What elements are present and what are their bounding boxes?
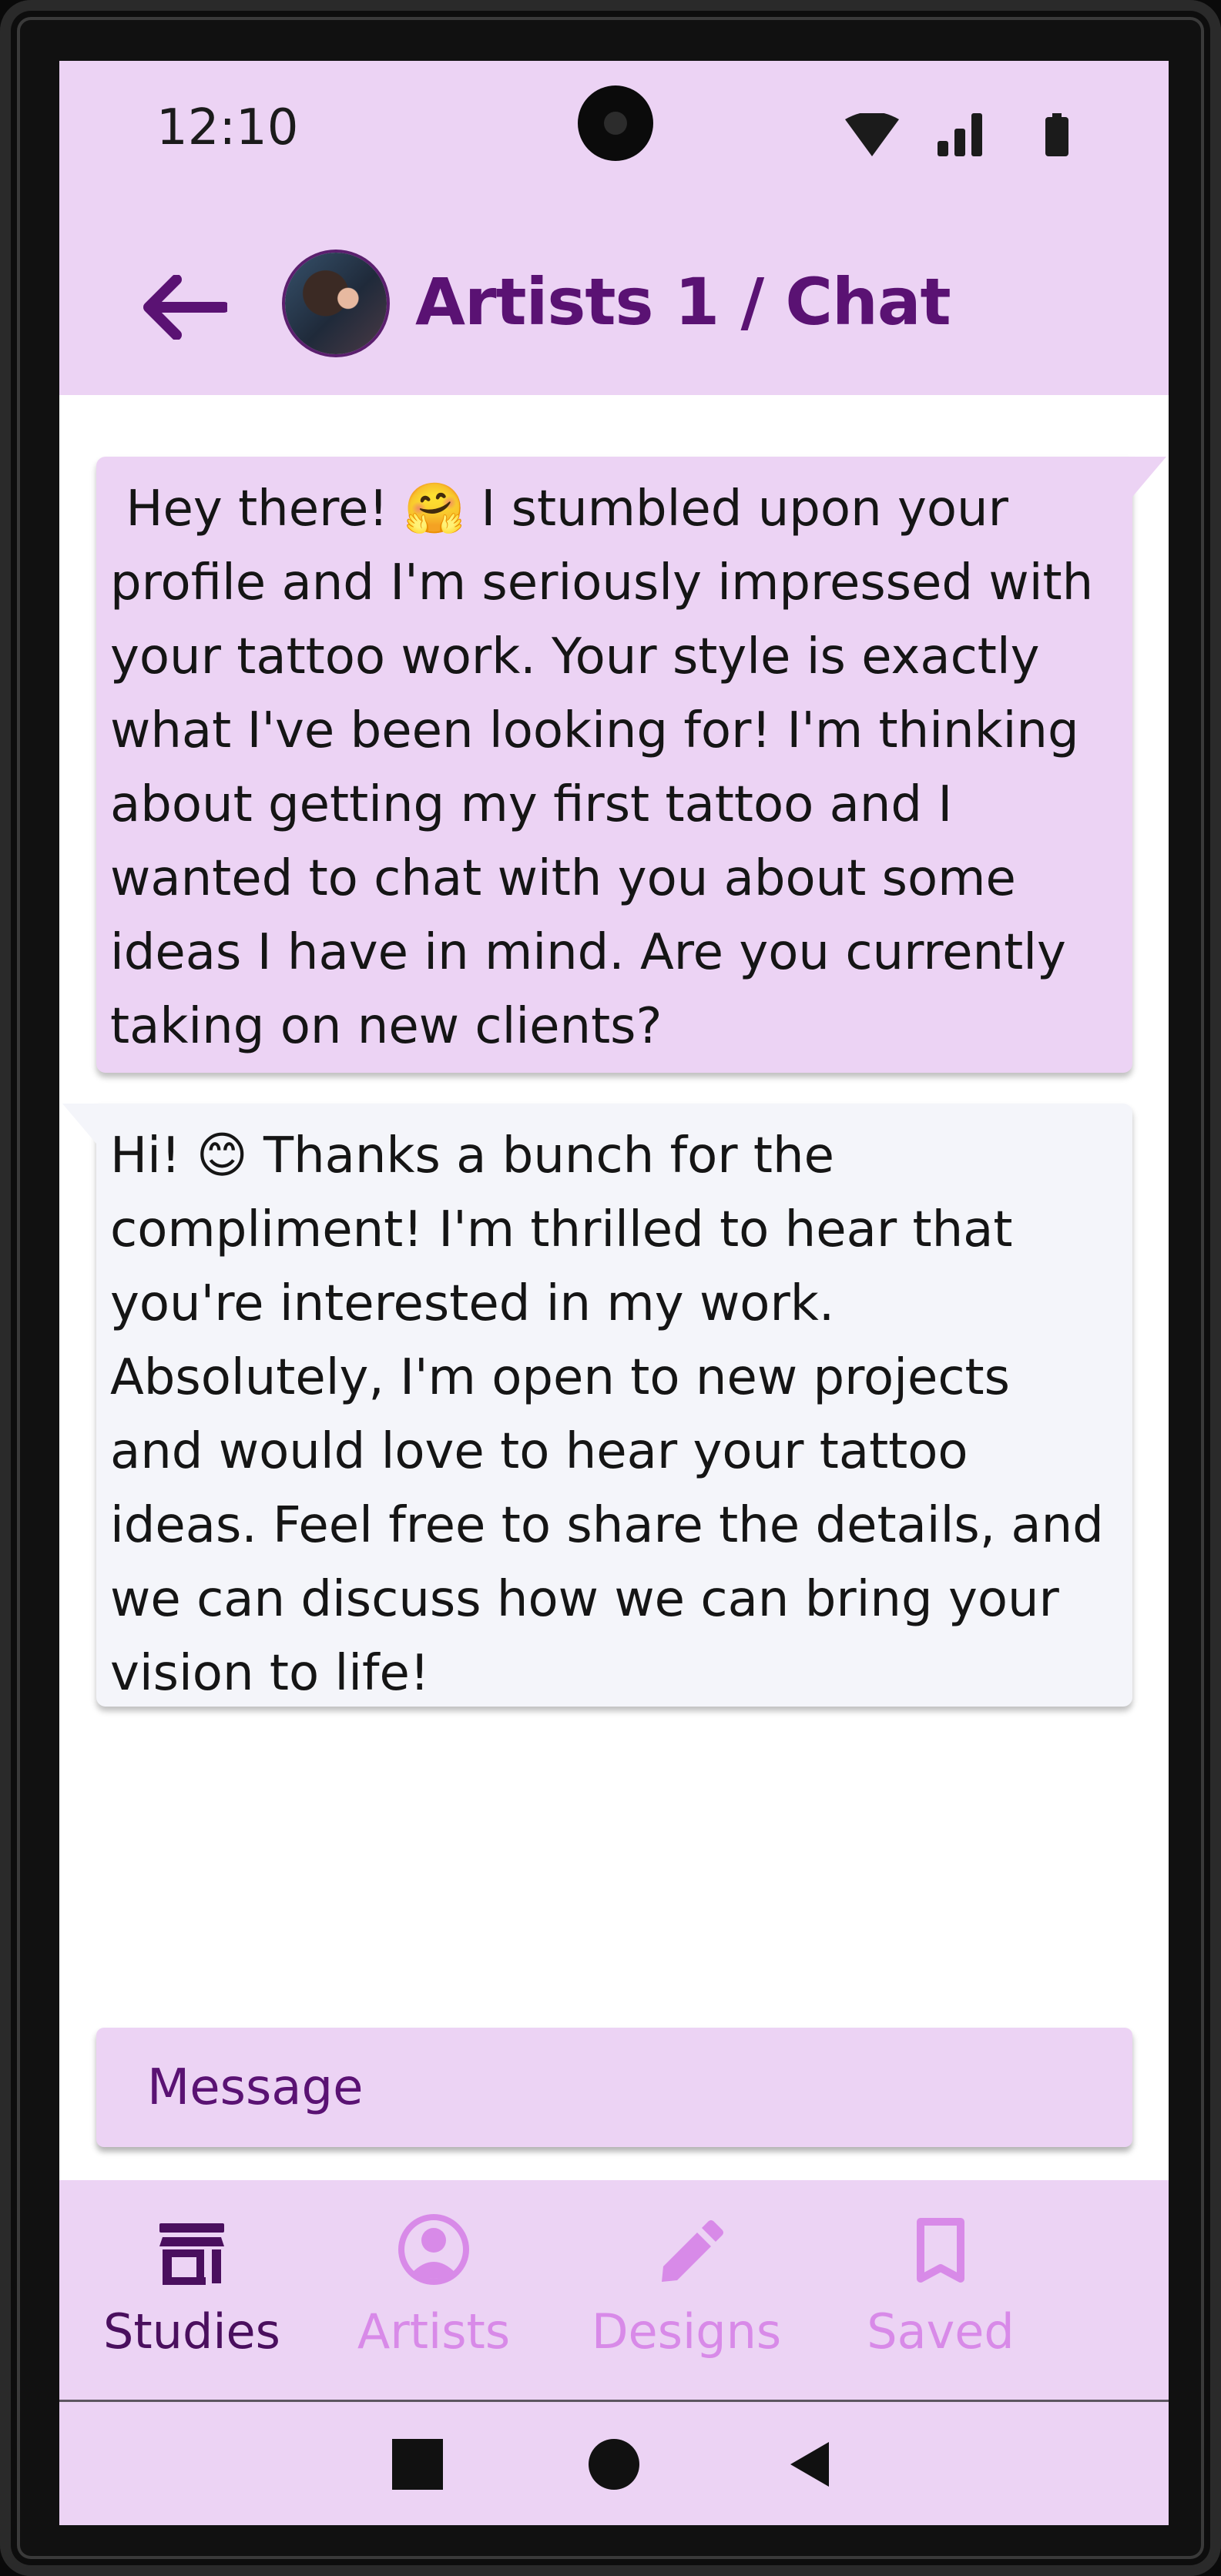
nav-item-studies[interactable]: Studies	[76, 2211, 307, 2380]
signal-icon	[938, 113, 982, 156]
nav-label-designs: Designs	[591, 2303, 782, 2360]
system-navigation-bar	[59, 2402, 1169, 2525]
status-time: 12:10	[156, 99, 299, 156]
store-icon	[159, 2223, 224, 2285]
nav-item-saved[interactable]: Saved	[825, 2211, 1056, 2380]
message-bubble-received: Hi! 😊 Thanks a bunch for the compliment!…	[62, 1104, 1132, 1707]
screen: 12:10 Artists 1 / Chat Hey there! 🤗 I st…	[59, 61, 1169, 2525]
home-circle-icon[interactable]	[587, 2437, 641, 2491]
front-camera	[578, 85, 653, 161]
nav-label-saved: Saved	[867, 2303, 1015, 2360]
nav-label-studies: Studies	[103, 2303, 280, 2360]
status-bar: 12:10	[59, 61, 1169, 215]
message-bubble-sent: Hey there! 🤗 I stumbled upon your profil…	[96, 457, 1166, 1073]
nav-item-artists[interactable]: Artists	[318, 2211, 549, 2380]
message-input[interactable]	[96, 2028, 1132, 2147]
app-bar: Artists 1 / Chat	[59, 215, 1169, 395]
back-triangle-icon[interactable]	[786, 2437, 832, 2491]
back-button[interactable]	[135, 261, 235, 353]
battery-icon	[1045, 113, 1068, 156]
account-circle-icon	[398, 2214, 469, 2285]
page-title: Artists 1 / Chat	[415, 264, 951, 340]
artist-avatar[interactable]	[285, 253, 387, 354]
pencil-icon	[662, 2220, 723, 2282]
nav-item-designs[interactable]: Designs	[571, 2211, 802, 2380]
wifi-icon	[845, 113, 899, 156]
bottom-navigation: Studies Artists Designs Saved	[59, 2180, 1169, 2402]
nav-label-artists: Artists	[357, 2303, 511, 2360]
bookmark-icon	[917, 2218, 964, 2283]
recents-square-icon[interactable]	[391, 2437, 444, 2491]
arrow-left-icon	[143, 275, 227, 340]
